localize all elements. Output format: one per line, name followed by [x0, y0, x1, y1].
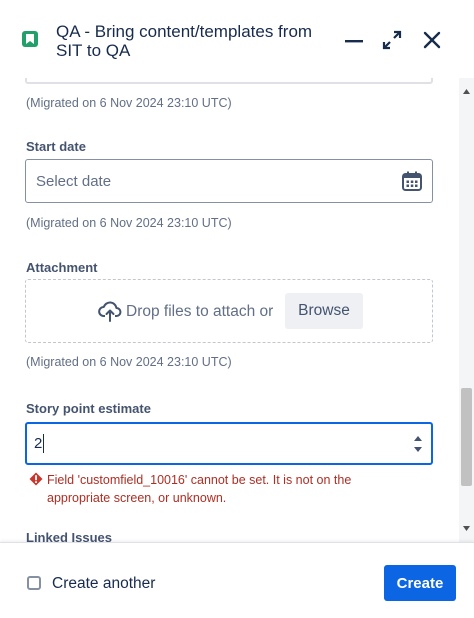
minimize-button[interactable] — [340, 26, 368, 54]
migrated-note: (Migrated on 6 Nov 2024 23:10 UTC) — [26, 216, 232, 230]
scroll-down-icon[interactable] — [463, 526, 470, 531]
upload-cloud-icon — [98, 301, 122, 322]
expand-icon — [382, 30, 402, 50]
modal-title: QA - Bring content/templates from SIT to… — [56, 22, 313, 60]
minimize-icon — [345, 40, 363, 43]
story-icon — [22, 31, 38, 47]
create-another-checkbox[interactable] — [27, 576, 41, 590]
story-point-value: 2 — [34, 435, 43, 452]
calendar-icon[interactable] — [401, 170, 423, 192]
story-point-label: Story point estimate — [26, 401, 151, 416]
expand-button[interactable] — [378, 26, 406, 54]
scrollbar-thumb[interactable] — [461, 388, 472, 486]
start-date-label: Start date — [26, 139, 86, 154]
form-body: (Migrated on 6 Nov 2024 23:10 UTC) Start… — [0, 78, 474, 542]
story-point-input[interactable]: 2 — [25, 422, 433, 465]
scroll-up-icon[interactable] — [463, 89, 470, 94]
close-button[interactable] — [418, 26, 446, 54]
create-button[interactable]: Create — [384, 565, 456, 601]
text-caret — [43, 434, 44, 453]
start-date-placeholder: Select date — [36, 173, 112, 190]
drop-files-text: Drop files to attach or — [126, 303, 274, 320]
error-icon — [29, 472, 43, 486]
attachment-dropzone[interactable]: Drop files to attach or Browse — [25, 279, 433, 343]
migrated-note: (Migrated on 6 Nov 2024 23:10 UTC) — [26, 96, 232, 110]
browse-button[interactable]: Browse — [285, 293, 363, 329]
modal-footer: Create another Create — [0, 542, 474, 618]
create-another-label[interactable]: Create another — [52, 575, 155, 593]
linked-issues-label: Linked Issues — [26, 530, 112, 542]
start-date-input[interactable]: Select date — [25, 159, 433, 203]
scrollbar[interactable] — [459, 78, 474, 542]
number-stepper-icon[interactable] — [413, 433, 423, 455]
attachment-label: Attachment — [26, 260, 98, 275]
previous-field-input[interactable] — [25, 78, 433, 84]
error-message: Field 'customfield_10016' cannot be set.… — [47, 473, 352, 505]
modal-header: QA - Bring content/templates from SIT to… — [0, 0, 474, 78]
migrated-note: (Migrated on 6 Nov 2024 23:10 UTC) — [26, 355, 232, 369]
close-icon — [423, 31, 441, 49]
